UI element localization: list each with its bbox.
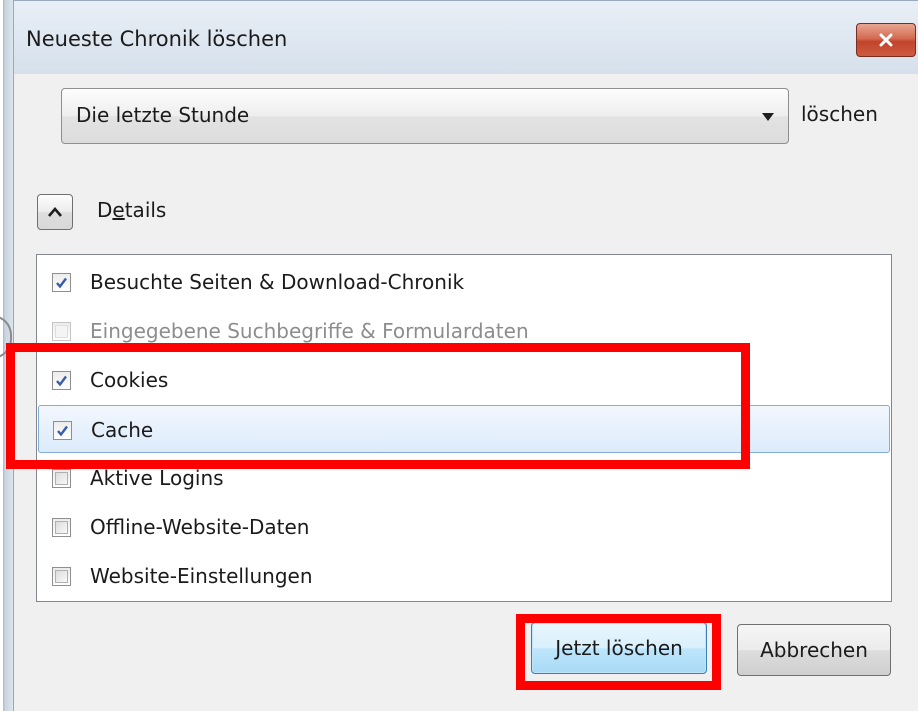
list-item-cookies[interactable]: Cookies <box>38 356 890 404</box>
cancel-button[interactable]: Abbrechen <box>737 624 891 676</box>
checkbox-browsing-history[interactable] <box>52 273 71 292</box>
checkmark-icon <box>57 425 68 437</box>
list-item-form-history: Eingegebene Suchbegriffe & Formulardaten <box>38 307 890 355</box>
checkbox-site-settings[interactable] <box>52 567 71 586</box>
list-item-site-settings[interactable]: Website-Einstellungen <box>38 552 890 600</box>
details-label-accelerator: e <box>112 198 125 222</box>
title-bar: Neueste Chronik löschen <box>14 0 918 74</box>
checkmark-icon <box>56 277 67 289</box>
list-item-label: Website-Einstellungen <box>90 564 313 588</box>
list-item-label: Offline-Website-Daten <box>90 515 310 539</box>
list-item-label: Cache <box>91 418 154 442</box>
checkbox-active-logins[interactable] <box>52 469 71 488</box>
clear-now-button[interactable]: Jetzt löschen <box>531 622 707 674</box>
checkmark-icon <box>56 375 67 387</box>
list-item-active-logins[interactable]: Aktive Logins <box>38 454 890 502</box>
checkbox-offline-data[interactable] <box>52 518 71 537</box>
list-item-label: Besuchte Seiten & Download-Chronik <box>90 270 465 294</box>
window-title: Neueste Chronik löschen <box>26 27 288 51</box>
window-left-edge <box>0 0 14 711</box>
list-item-cache[interactable]: Cache <box>38 405 890 453</box>
dialog-content: Die letzte Stunde löschen Details Besuch… <box>15 74 918 711</box>
checkbox-form-history <box>52 322 71 341</box>
list-item-offline-data[interactable]: Offline-Website-Daten <box>38 503 890 551</box>
list-item-label: Cookies <box>90 368 169 392</box>
chevron-down-icon <box>762 113 774 121</box>
list-item-label: Eingegebene Suchbegriffe & Formulardaten <box>90 319 529 343</box>
time-range-value: Die letzte Stunde <box>76 103 250 127</box>
background-shape <box>0 315 12 359</box>
details-label-rest: tails <box>124 198 167 222</box>
checkbox-cache[interactable] <box>53 421 72 440</box>
checkbox-cookies[interactable] <box>52 371 71 390</box>
list-item-browsing-history[interactable]: Besuchte Seiten & Download-Chronik <box>38 258 890 306</box>
close-button[interactable] <box>856 23 916 57</box>
history-items-list[interactable]: Besuchte Seiten & Download-Chronik Einge… <box>36 254 892 602</box>
chevron-up-icon <box>48 207 62 217</box>
details-label-prefix: D <box>97 198 113 222</box>
time-range-select[interactable]: Die letzte Stunde <box>61 88 789 144</box>
time-range-suffix-label: löschen <box>801 102 878 126</box>
clear-history-dialog: Neueste Chronik löschen Die letzte Stund… <box>0 0 918 711</box>
close-icon <box>879 33 893 47</box>
details-label: Details <box>97 198 166 222</box>
details-toggle-button[interactable] <box>37 194 73 230</box>
list-item-label: Aktive Logins <box>90 466 224 490</box>
